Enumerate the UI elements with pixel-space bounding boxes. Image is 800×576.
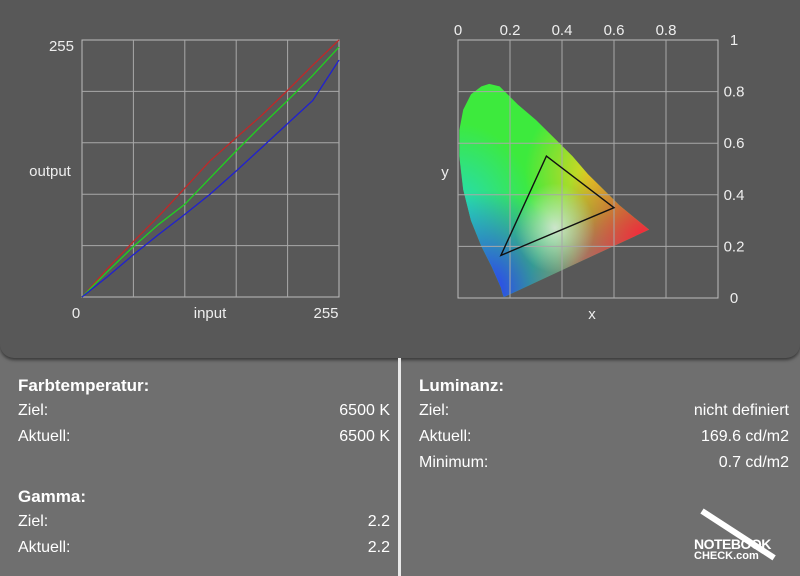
farbtemperatur-aktuell-row: Aktuell: 6500 K <box>18 428 390 454</box>
cie-chromaticity-chart: 0 0.2 0.4 0.6 0.8 0 0.2 0.4 0.6 0.8 1 x y <box>441 22 744 323</box>
luminanz-section: Luminanz: Ziel: nicht definiert Aktuell:… <box>419 376 789 480</box>
gamma-section: Gamma: Ziel: 2.2 Aktuell: 2.2 <box>18 487 390 565</box>
aktuell-value: 6500 K <box>339 428 390 445</box>
ziel-label: Ziel: <box>419 402 450 419</box>
farbtemperatur-title: Farbtemperatur: <box>18 376 150 395</box>
cie-y-tick: 0 <box>730 290 738 307</box>
logo-text-line2: CHECK.com <box>694 550 759 562</box>
cie-locus <box>459 83 650 297</box>
cie-y-ticks: 0 0.2 0.4 0.6 0.8 1 <box>724 32 745 307</box>
curves-lines <box>81 39 340 298</box>
ziel-value: nicht definiert <box>693 402 789 419</box>
curve-series-1 <box>81 46 340 298</box>
luminanz-aktuell-row: Aktuell: 169.6 cd/m2 <box>419 428 789 454</box>
aktuell-label: Aktuell: <box>18 428 71 445</box>
aktuell-value: 169.6 cd/m2 <box>700 428 789 445</box>
farbtemperatur-section: Farbtemperatur: Ziel: 6500 K Aktuell: 65… <box>18 376 390 454</box>
gamma-curves-chart: 255 0 255 input output <box>29 38 340 322</box>
minimum-value: 0.7 cd/m2 <box>718 454 789 471</box>
ziel-value: 2.2 <box>367 513 390 530</box>
gamma-ziel-row: Ziel: 2.2 <box>18 513 390 539</box>
cie-x-tick: 0 <box>454 22 462 39</box>
cie-x-tick: 0.6 <box>604 22 625 39</box>
ziel-label: Ziel: <box>18 402 49 419</box>
charts-svg: 255 0 255 input output 0 0.2 0.4 0.6 0.8 0 0.… <box>29 22 744 323</box>
cie-y-tick: 0.4 <box>724 187 745 204</box>
gamma-aktuell-row: Aktuell: 2.2 <box>18 539 390 565</box>
x-axis-label: input <box>194 305 227 322</box>
farbtemperatur-ziel-row: Ziel: 6500 K <box>18 402 390 428</box>
ziel-label: Ziel: <box>18 513 49 530</box>
ziel-value: 6500 K <box>339 402 390 419</box>
cie-x-ticks: 0 0.2 0.4 0.6 0.8 <box>454 22 677 39</box>
charts-panel: 255 0 255 input output 0 0.2 0.4 0.6 0.8 0 0.… <box>0 0 800 358</box>
panel-divider <box>398 358 401 576</box>
luminanz-ziel-row: Ziel: nicht definiert <box>419 402 789 428</box>
cie-y-tick: 0.6 <box>724 135 745 152</box>
cie-x-tick: 0.2 <box>500 22 521 39</box>
cie-x-tick: 0.4 <box>552 22 573 39</box>
notebookcheck-logo: NOTEBOOK CHECK.com <box>690 484 790 568</box>
minimum-label: Minimum: <box>419 454 489 471</box>
cie-x-axis-label: x <box>588 306 596 323</box>
cie-x-tick: 0.8 <box>656 22 677 39</box>
y-axis-label: output <box>29 163 72 180</box>
cie-y-tick: 1 <box>730 32 738 49</box>
cie-y-axis-label: y <box>441 164 449 181</box>
gamma-title: Gamma: <box>18 487 87 506</box>
luminanz-title: Luminanz: <box>419 376 504 395</box>
cie-y-tick: 0.2 <box>724 238 745 255</box>
aktuell-label: Aktuell: <box>419 428 472 445</box>
x-tick-0: 0 <box>72 305 80 322</box>
aktuell-label: Aktuell: <box>18 539 71 556</box>
x-tick-255: 255 <box>313 305 338 322</box>
curve-series-2 <box>81 59 340 298</box>
y-tick-255: 255 <box>49 38 74 55</box>
locus-white <box>459 83 650 297</box>
cie-y-tick: 0.8 <box>724 84 745 101</box>
aktuell-value: 2.2 <box>367 539 390 556</box>
luminanz-minimum-row: Minimum: 0.7 cd/m2 <box>419 454 789 480</box>
